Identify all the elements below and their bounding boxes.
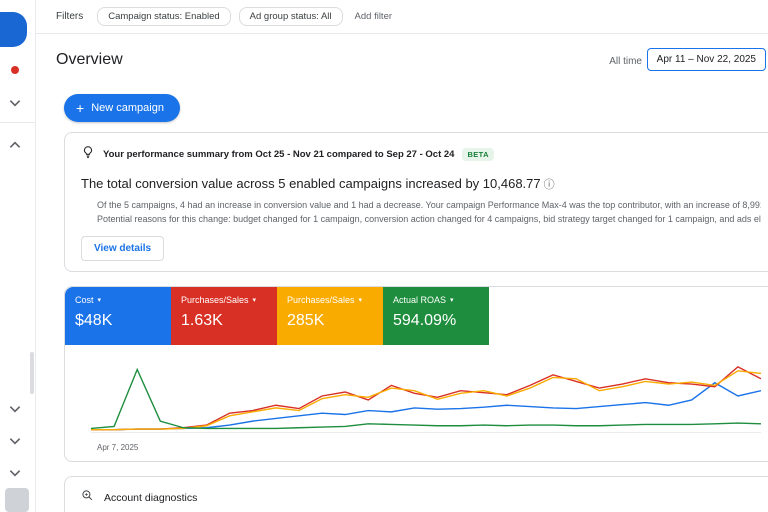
metric-card-actual-roas[interactable]: Actual ROAS ▾ 594.09% (383, 287, 489, 345)
date-range-picker[interactable]: Apr 11 – Nov 22, 2025 (646, 48, 766, 71)
caret-down-icon[interactable]: ▾ (450, 296, 454, 304)
chevron-up-icon[interactable] (8, 138, 22, 152)
caret-down-icon[interactable]: ▾ (359, 296, 363, 304)
caret-down-icon[interactable]: ▾ (98, 296, 102, 304)
diagnostics-title: Account diagnostics (104, 492, 198, 504)
chevron-down-icon[interactable] (8, 96, 22, 110)
metric-value: 285K (287, 312, 325, 329)
performance-summary-card: Your performance summary from Oct 25 - N… (64, 132, 768, 272)
insight-bullet: Of the 5 campaigns, 4 had an increase in… (97, 199, 761, 213)
caret-down-icon[interactable]: ▾ (253, 296, 257, 304)
info-icon[interactable]: ⓘ (544, 179, 555, 191)
app-window: Filters Campaign status: Enabled Ad grou… (0, 0, 768, 512)
sidebar-bottom-tile[interactable] (5, 488, 29, 512)
metric-card-row: Cost ▾ $48K Purchases/Sales ▾ 1.63K Purc… (65, 287, 768, 345)
metric-label: Actual ROAS (393, 295, 447, 305)
filter-chip-campaign-status[interactable]: Campaign status: Enabled (97, 7, 231, 26)
plus-icon: + (76, 100, 85, 116)
sidebar-divider (0, 122, 35, 123)
filters-label: Filters (56, 11, 84, 22)
metric-value: 594.09% (393, 312, 457, 329)
chevron-down-icon[interactable] (8, 402, 22, 416)
chevron-down-icon[interactable] (8, 434, 22, 448)
notification-dot-icon (11, 66, 19, 74)
metric-card-purchases-sales-2[interactable]: Purchases/Sales ▾ 285K (277, 287, 383, 345)
metric-label: Purchases/Sales (287, 295, 355, 305)
performance-chart-card: Cost ▾ $48K Purchases/Sales ▾ 1.63K Purc… (64, 286, 768, 462)
x-axis-start-label: Apr 7, 2025 (97, 443, 139, 452)
insight-bullet-list: Of the 5 campaigns, 4 had an increase in… (81, 199, 761, 227)
page-title: Overview (56, 51, 123, 68)
insight-summary-title: Your performance summary from Oct 25 - N… (103, 149, 455, 160)
insight-lightbulb-icon (81, 145, 95, 164)
diagnostics-search-icon (81, 489, 94, 507)
account-diagnostics-card[interactable]: Account diagnostics (64, 476, 768, 512)
insight-headline-text: The total conversion value across 5 enab… (81, 176, 541, 191)
insight-headline: The total conversion value across 5 enab… (65, 164, 768, 192)
sidebar-scrollbar[interactable] (30, 352, 34, 394)
beta-badge: BETA (462, 148, 494, 161)
new-campaign-label: New campaign (91, 102, 164, 114)
view-details-button[interactable]: View details (81, 236, 165, 261)
trend-line-chart[interactable] (91, 361, 761, 433)
filters-bar: Filters Campaign status: Enabled Ad grou… (36, 0, 768, 34)
filter-chip-ad-group-status[interactable]: Ad group status: All (238, 7, 343, 26)
left-nav-rail (0, 0, 36, 512)
metric-value: 1.63K (181, 312, 223, 329)
chevron-down-icon[interactable] (8, 466, 22, 480)
metric-label: Cost (75, 295, 94, 305)
metric-value: $48K (75, 312, 113, 329)
diagnostics-header: Account diagnostics (65, 477, 768, 512)
metric-card-purchases-sales[interactable]: Purchases/Sales ▾ 1.63K (171, 287, 277, 345)
active-nav-pill[interactable] (0, 12, 27, 47)
insight-header: Your performance summary from Oct 25 - N… (65, 133, 768, 164)
time-comparison-label[interactable]: All time (609, 56, 642, 67)
insight-bullet: Potential reasons for this change: budge… (97, 213, 761, 227)
add-filter-button[interactable]: Add filter (355, 11, 393, 22)
metric-label: Purchases/Sales (181, 295, 249, 305)
metric-card-cost[interactable]: Cost ▾ $48K (65, 287, 171, 345)
new-campaign-button[interactable]: + New campaign (64, 94, 180, 122)
